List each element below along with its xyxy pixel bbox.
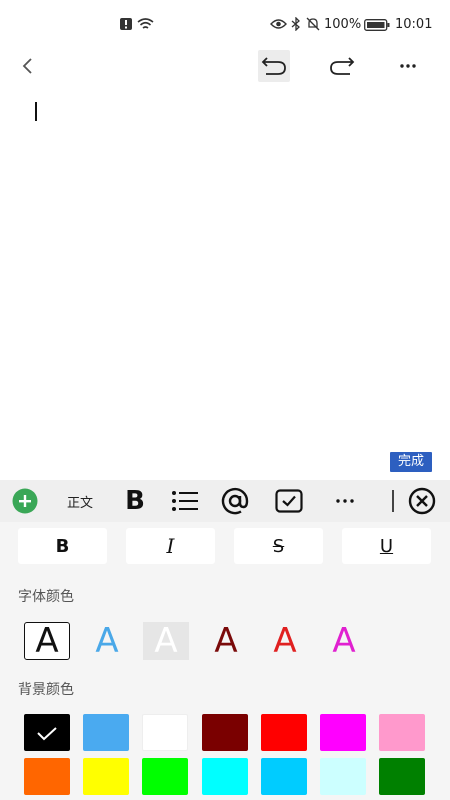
bullet-list-icon — [172, 491, 198, 511]
background-color-swatch[interactable] — [261, 758, 307, 795]
italic-button[interactable]: I — [126, 528, 215, 564]
bold-label: B — [55, 535, 70, 557]
bold-button[interactable]: B — [18, 528, 107, 564]
check-icon — [37, 727, 57, 741]
background-color-swatch[interactable] — [142, 714, 188, 751]
chevron-left-icon — [22, 58, 32, 74]
close-circle-icon — [408, 487, 436, 515]
background-color-swatch[interactable] — [83, 758, 129, 795]
background-color-label: 背景颜色 — [18, 682, 74, 698]
font-color-label: 字体颜色 — [18, 589, 74, 605]
mute-bell-icon — [306, 17, 320, 31]
checklist-button[interactable] — [272, 480, 306, 522]
font-color-swatch[interactable]: A — [143, 622, 189, 660]
font-color-swatch[interactable]: A — [203, 622, 249, 660]
font-color-glyph: A — [35, 621, 59, 661]
editor-area[interactable] — [0, 90, 450, 450]
underline-label: U — [379, 535, 394, 557]
paragraph-style-label: 正文 — [66, 495, 93, 511]
underline-button[interactable]: U — [342, 528, 431, 564]
background-color-swatch[interactable] — [83, 714, 129, 751]
font-color-swatch[interactable]: A — [84, 622, 130, 660]
toolbar-more-button[interactable] — [330, 480, 360, 522]
redo-button[interactable] — [326, 50, 358, 82]
redo-icon — [330, 57, 355, 75]
background-color-swatch[interactable] — [24, 714, 70, 751]
font-color-swatch[interactable]: A — [321, 622, 367, 660]
mention-button[interactable] — [218, 480, 252, 522]
font-color-glyph: A — [154, 621, 178, 661]
toolbar-divider — [392, 490, 394, 512]
font-color-glyph: A — [214, 621, 238, 661]
strikethrough-button[interactable]: S — [234, 528, 323, 564]
checkbox-icon — [275, 489, 303, 513]
eye-icon — [270, 19, 287, 29]
wifi-icon — [137, 18, 154, 29]
list-button[interactable] — [168, 480, 202, 522]
paragraph-style-button[interactable]: 正文 — [60, 480, 100, 522]
undo-button[interactable] — [258, 50, 290, 82]
background-color-swatch[interactable] — [202, 714, 248, 751]
text-style-button[interactable]: B — [118, 480, 152, 522]
plus-circle-icon — [12, 488, 38, 514]
add-button[interactable] — [10, 480, 40, 522]
background-color-swatch[interactable] — [202, 758, 248, 795]
background-color-swatch[interactable] — [320, 714, 366, 751]
font-color-glyph: A — [332, 621, 356, 661]
clock: 10:01 — [395, 17, 433, 32]
bluetooth-icon — [291, 17, 300, 31]
font-color-swatch[interactable]: A — [262, 622, 308, 660]
background-color-swatch[interactable] — [379, 758, 425, 795]
background-color-swatch[interactable] — [24, 758, 70, 795]
close-toolbar-button[interactable] — [405, 480, 439, 522]
font-color-swatch[interactable]: A — [24, 622, 70, 660]
background-color-swatch[interactable] — [261, 714, 307, 751]
at-sign-icon — [221, 487, 249, 515]
back-button[interactable] — [12, 50, 44, 82]
background-color-swatch[interactable] — [379, 714, 425, 751]
battery-percent: 100% — [324, 17, 362, 32]
alert-icon — [120, 18, 132, 30]
text-cursor — [35, 102, 37, 121]
more-horizontal-icon — [336, 499, 354, 503]
font-color-glyph: A — [273, 621, 297, 661]
battery-icon — [364, 19, 390, 31]
undo-icon — [261, 57, 286, 75]
format-toolbar: 正文 B — [0, 480, 450, 522]
strikethrough-label: S — [272, 535, 285, 557]
done-button[interactable]: 完成 — [390, 452, 432, 472]
font-color-glyph: A — [95, 621, 119, 661]
bold-icon: B — [125, 486, 145, 516]
background-color-swatch[interactable] — [320, 758, 366, 795]
italic-label: I — [166, 534, 175, 558]
more-options-button[interactable] — [392, 50, 424, 82]
background-color-swatch[interactable] — [142, 758, 188, 795]
more-horizontal-icon — [400, 64, 416, 68]
status-bar: 100% 10:01 — [0, 0, 450, 50]
